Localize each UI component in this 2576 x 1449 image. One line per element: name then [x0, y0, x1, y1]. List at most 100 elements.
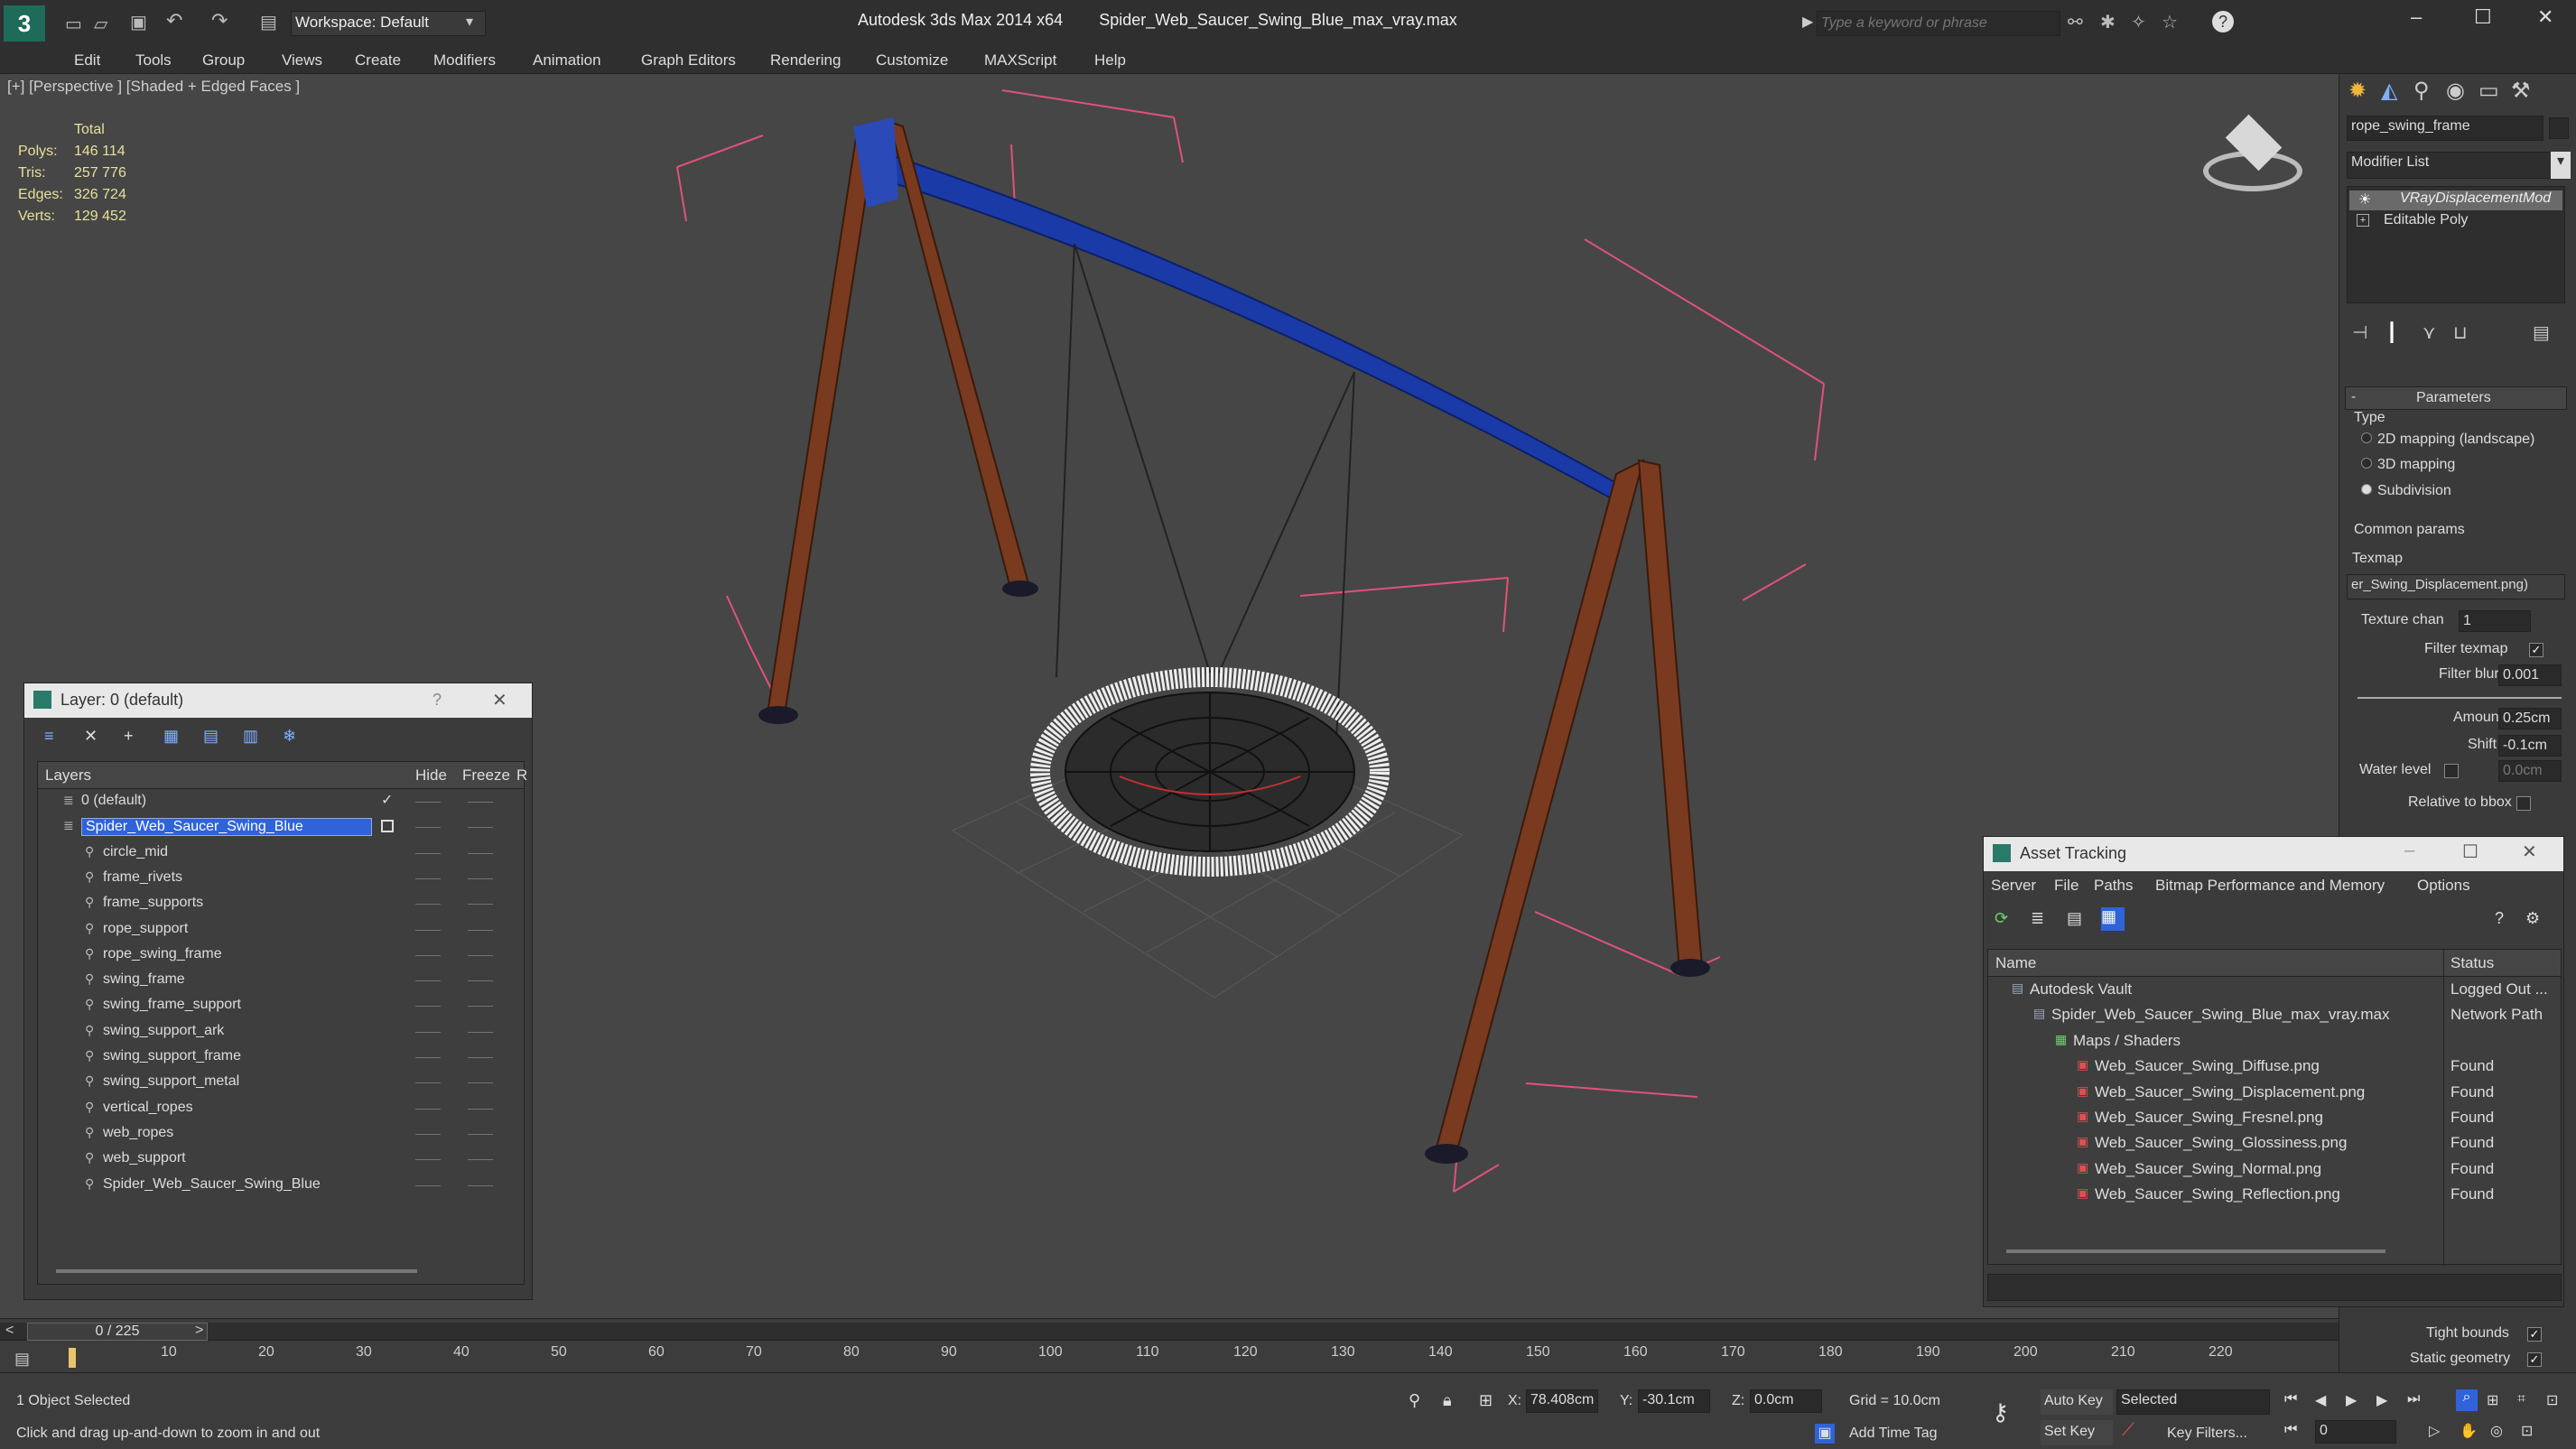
go-to-end-icon[interactable]: ⏭︎ [2407, 1391, 2420, 1407]
menu-tools[interactable]: Tools [135, 47, 172, 74]
layer-row[interactable]: ⚲ rope_swing_frame —— —— [38, 943, 524, 968]
hide-toggle[interactable]: —— [415, 998, 441, 1012]
auto-key-button[interactable]: Auto Key [2041, 1389, 2113, 1415]
freeze-toggle[interactable]: —— [468, 972, 493, 987]
workspace-dropdown[interactable]: Workspace: Default [291, 11, 486, 36]
pin-stack-icon[interactable]: ⊣ [2352, 321, 2367, 344]
menu-create[interactable]: Create [355, 47, 401, 74]
menu-help[interactable]: Help [1094, 47, 1126, 74]
freeze-toggle[interactable]: —— [468, 947, 493, 961]
search-input[interactable] [1817, 11, 2060, 36]
asset-row[interactable]: ▣ Web_Saucer_Swing_Glossiness.png Found [1988, 1130, 2562, 1156]
refresh-icon[interactable]: ⟳ [1995, 909, 2018, 933]
freeze-toggle[interactable]: —— [468, 896, 493, 910]
new-file-icon[interactable]: ▭ [65, 13, 82, 35]
freeze-toggle[interactable]: —— [468, 1074, 493, 1089]
go-to-start-icon[interactable]: ⏮︎ [2284, 1391, 2297, 1407]
freeze-toggle[interactable]: —— [468, 998, 493, 1012]
menu-views[interactable]: Views [282, 47, 322, 74]
modify-tab-icon[interactable]: ◭ [2381, 78, 2397, 104]
left-front-leg[interactable] [766, 120, 879, 715]
favorites-star-icon[interactable]: ☆ [2162, 11, 2178, 33]
list-view-icon[interactable]: ≣ [2031, 909, 2054, 933]
layer-row[interactable]: ⚲ rope_support —— —— [38, 917, 524, 943]
object-name-field[interactable]: rope_swing_frame [2347, 116, 2543, 141]
menu-customize[interactable]: Customize [876, 47, 948, 74]
asset-tracking-title-bar[interactable]: Asset Tracking – ☐ ✕ [1984, 837, 2563, 871]
create-tab-icon[interactable]: ✹ [2348, 78, 2367, 104]
table-view-icon[interactable]: ▦ [2101, 907, 2125, 931]
zoom-extents-icon[interactable]: ⌗ [2517, 1391, 2525, 1407]
add-time-tag[interactable]: Add Time Tag [1849, 1426, 1938, 1442]
layer-row[interactable]: ⚲ swing_frame_support —— —— [38, 993, 524, 1018]
asset-horizontal-scrollbar[interactable] [2006, 1249, 2385, 1253]
modifier-list-dropdown[interactable]: Modifier List [2347, 152, 2560, 179]
close-icon[interactable]: ✕ [2522, 841, 2537, 863]
asset-row[interactable]: ▤ Autodesk Vault Logged Out ... [1988, 977, 2562, 1002]
menu-edit[interactable]: Edit [74, 47, 100, 74]
asset-row[interactable]: ▣ Web_Saucer_Swing_Diffuse.png Found [1988, 1054, 2562, 1079]
hide-toggle[interactable]: —— [415, 947, 441, 961]
filter-blur-spinner[interactable]: 0.001 [2498, 664, 2562, 686]
layer-row[interactable]: ⚲ web_support —— —— [38, 1147, 524, 1172]
open-file-icon[interactable]: ▱ [94, 13, 107, 35]
display-tab-icon[interactable]: ▭ [2478, 78, 2499, 104]
hide-toggle[interactable]: —— [415, 845, 441, 859]
radio-3d-mapping[interactable]: 3D mapping [2361, 457, 2455, 473]
menu-modifiers[interactable]: Modifiers [433, 47, 496, 74]
layer-row[interactable]: ≣ 0 (default) ✓ —— —— [38, 789, 524, 814]
layer-row[interactable]: ⚲ Spider_Web_Saucer_Swing_Blue —— —— [38, 1173, 524, 1198]
col-hide[interactable]: Hide [415, 766, 447, 785]
tight-bounds-checkbox[interactable]: ✓ [2527, 1327, 2542, 1342]
hierarchy-tab-icon[interactable]: ⚲ [2413, 78, 2430, 104]
motion-tab-icon[interactable]: ◉ [2446, 78, 2465, 104]
orbit-icon[interactable]: ◎ [2490, 1422, 2503, 1440]
project-folder-icon[interactable]: ▤ [260, 11, 277, 33]
expand-plus-icon[interactable]: + [2357, 214, 2369, 227]
layer-row[interactable]: ⚲ frame_rivets —— —— [38, 866, 524, 891]
layer-row[interactable]: ⚲ swing_support_metal —— —— [38, 1070, 524, 1095]
pan-icon[interactable]: ✋ [2460, 1422, 2478, 1440]
undo-icon[interactable]: ↶ [166, 9, 182, 33]
web-saucer[interactable] [1030, 667, 1390, 877]
time-prev-icon[interactable]: < [5, 1323, 14, 1339]
app-logo-icon[interactable]: 3 [4, 5, 45, 42]
hide-all-layers-icon[interactable]: ▥ [243, 727, 266, 750]
col-layers[interactable]: Layers [45, 766, 91, 785]
menu-rendering[interactable]: Rendering [770, 47, 841, 74]
freeze-toggle[interactable]: —— [468, 845, 493, 859]
layer-row[interactable]: ⚲ frame_supports —— —— [38, 891, 524, 916]
menu-graph-editors[interactable]: Graph Editors [641, 47, 736, 74]
timeline[interactable]: < 0 / 225 > ▤ 10 20 30 40 50 60 70 80 90 100 110 12… [0, 1318, 2339, 1372]
isolate-selection-icon[interactable]: ⚲ [1409, 1391, 1420, 1410]
close-icon[interactable]: ✕ [2537, 5, 2553, 29]
time-next-icon[interactable]: > [195, 1323, 203, 1339]
object-color-swatch[interactable] [2549, 117, 2569, 139]
right-back-leg[interactable] [1637, 459, 1704, 972]
key-filters-button[interactable]: Key Filters... [2167, 1426, 2247, 1442]
col-status[interactable]: Status [2450, 954, 2494, 972]
asset-menu-server[interactable]: Server [1991, 877, 2036, 895]
menu-maxscript[interactable]: MAXScript [984, 47, 1056, 74]
fov-icon[interactable]: ▷ [2429, 1422, 2440, 1440]
chevron-down-icon[interactable]: ▾ [2551, 152, 2571, 179]
layer-row[interactable]: ⚲ circle_mid —— —— [38, 841, 524, 866]
texmap-button[interactable]: er_Swing_Displacement.png) [2347, 574, 2565, 599]
chevron-down-icon[interactable]: ▾ [466, 13, 473, 31]
layer-row[interactable]: ⚲ swing_support_frame —— —— [38, 1045, 524, 1070]
layer-horizontal-scrollbar[interactable] [56, 1269, 417, 1273]
layer-row[interactable]: ⚲ web_ropes —— —— [38, 1121, 524, 1147]
key-icon[interactable]: ⚷ [1992, 1398, 2009, 1426]
freeze-toggle[interactable]: —— [468, 1024, 493, 1038]
set-current-layer-box-icon[interactable] [381, 820, 394, 833]
shift-spinner[interactable]: -0.1cm [2498, 735, 2562, 757]
minimize-icon[interactable]: – [2404, 841, 2414, 861]
zoom-extents-all-icon[interactable]: ⊡ [2546, 1391, 2558, 1409]
time-slider-thumb[interactable]: 0 / 225 [27, 1323, 208, 1341]
amount-spinner[interactable]: 0.25cm [2498, 708, 2562, 729]
asset-menu-paths[interactable]: Paths [2094, 877, 2133, 895]
asset-menu-options[interactable]: Options [2417, 877, 2470, 895]
hide-toggle[interactable]: —— [415, 1024, 441, 1038]
col-freeze[interactable]: Freeze [462, 766, 510, 785]
z-coordinate-field[interactable]: 0.0cm [1750, 1389, 1822, 1413]
